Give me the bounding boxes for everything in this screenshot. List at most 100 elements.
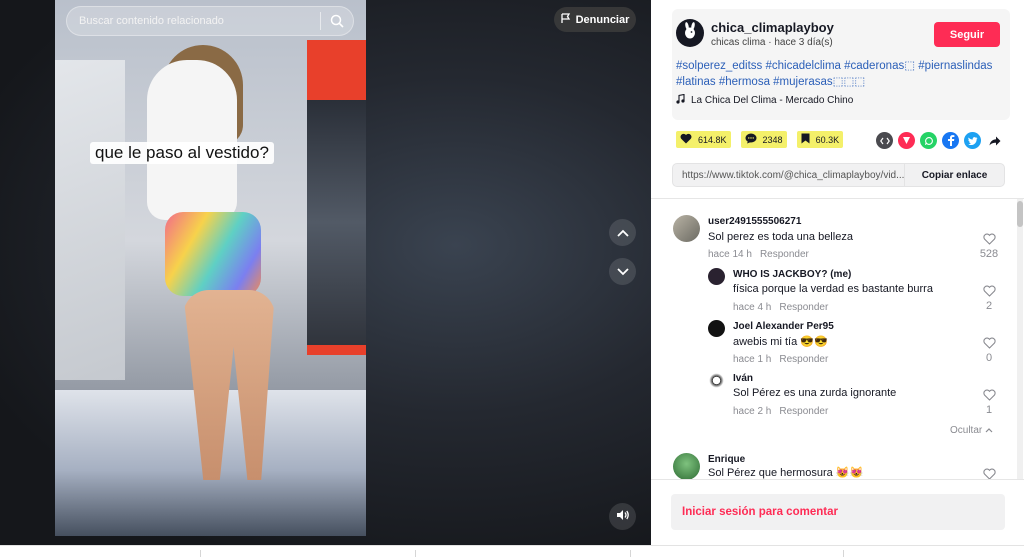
author-subline: chicas clima · hace 3 día(s) <box>711 37 833 48</box>
whatsapp-icon[interactable] <box>920 132 937 149</box>
comment-like-button[interactable]: 528 <box>974 233 1004 260</box>
presenter-body <box>147 60 237 220</box>
comment-footer: Iniciar sesión para comentar <box>651 479 1024 545</box>
engagement-stats: 614.8K 2348 60.3K <box>676 131 853 148</box>
video-caption-overlay: que le paso al vestido? <box>90 142 274 164</box>
like-count: 614.8K <box>698 134 727 145</box>
bookmark-icon <box>801 133 810 146</box>
strip-divider <box>415 550 416 557</box>
commenter-avatar[interactable] <box>708 268 725 285</box>
comments-list[interactable]: user2491555506271 Sol perez es toda una … <box>651 199 1024 479</box>
report-label: Denunciar <box>575 13 630 26</box>
comment-like-button[interactable]: 0 <box>974 337 1004 364</box>
embed-icon[interactable] <box>876 132 893 149</box>
comment-item: Enrique Sol Pérez que hermosura 😻😻 <box>651 449 1017 479</box>
comment-text: Sol Pérez que hermosura 😻😻 <box>708 467 864 479</box>
comment-like-button[interactable]: 2 <box>974 285 1004 312</box>
heart-outline-icon <box>982 233 996 248</box>
comment-count: 2348 <box>762 134 783 145</box>
comment-text: física porque la verdad es bastante burr… <box>733 283 933 295</box>
search-icon[interactable] <box>321 14 353 28</box>
comment-meta: hace 4 h Responder <box>733 302 836 313</box>
comment-text: Sol Pérez es una zurda ignorante <box>733 387 897 399</box>
comment-meta: hace 1 h Responder <box>733 354 836 365</box>
login-to-comment-button[interactable]: Iniciar sesión para comentar <box>671 494 1005 530</box>
reply-link[interactable]: Responder <box>779 354 828 365</box>
save-count: 60.3K <box>815 134 840 145</box>
heart-outline-icon <box>982 389 996 404</box>
forward-icon[interactable] <box>986 132 1003 149</box>
chevron-up-icon <box>616 224 629 242</box>
comment-time: hace 1 h <box>733 354 772 365</box>
reply-link[interactable]: Responder <box>779 406 828 417</box>
reply-item: Joel Alexander Per95 awebis mi tía 😎😎 ha… <box>651 317 1017 369</box>
commenter-name[interactable]: user2491555506271 <box>708 216 801 227</box>
scrollbar-thumb[interactable] <box>1017 201 1023 227</box>
commenter-name[interactable]: Iván <box>733 373 753 384</box>
commenter-avatar[interactable] <box>708 372 725 389</box>
comment-time: hace 14 h <box>708 249 752 260</box>
music-link[interactable]: La Chica Del Clima - Mercado Chino <box>676 93 854 107</box>
commenter-name[interactable]: WHO IS JACKBOY? (me) <box>733 269 851 280</box>
reply-link[interactable]: Responder <box>779 302 828 313</box>
heart-outline-icon <box>982 337 996 352</box>
related-search-input[interactable]: Buscar contenido relacionado <box>66 6 354 36</box>
twitter-icon[interactable] <box>964 132 981 149</box>
comment-like-count: 2 <box>985 300 993 312</box>
save-stat[interactable]: 60.3K <box>796 131 844 148</box>
hide-label: Ocultar <box>950 425 983 436</box>
comment-text: Sol perez es toda una belleza <box>708 231 853 243</box>
volume-icon <box>616 508 630 526</box>
video-info-card: chica_climaplayboy chicas clima · hace 3… <box>672 9 1010 120</box>
bunny-logo-icon <box>682 21 698 45</box>
details-panel: chica_climaplayboy chicas clima · hace 3… <box>651 0 1024 545</box>
comment-item: user2491555506271 Sol perez es toda una … <box>651 199 1017 269</box>
heart-outline-icon <box>982 468 996 479</box>
comment-meta: hace 2 h Responder <box>733 406 836 417</box>
studio-pillar <box>55 60 125 380</box>
comment-like-count: 1 <box>985 404 993 416</box>
comment-like-count: 0 <box>985 352 993 364</box>
video-url-field[interactable]: https://www.tiktok.com/@chica_climaplayb… <box>673 170 904 181</box>
video-player-area[interactable]: que le paso al vestido? Buscar contenido… <box>0 0 651 545</box>
follow-button[interactable]: Seguir <box>934 22 1000 47</box>
volume-button[interactable] <box>609 503 636 530</box>
next-video-button[interactable] <box>609 258 636 285</box>
flag-icon <box>560 12 571 27</box>
previous-video-button[interactable] <box>609 219 636 246</box>
comment-like-count: 528 <box>979 248 999 260</box>
author-username[interactable]: chica_climaplayboy <box>711 20 834 35</box>
studio-screen-image <box>307 100 366 345</box>
presenter-skirt <box>165 212 261 296</box>
hide-replies-button[interactable]: Ocultar <box>950 425 993 436</box>
copy-link-box: https://www.tiktok.com/@chica_climaplayb… <box>672 163 1005 187</box>
share-buttons <box>876 132 1003 149</box>
copy-link-button[interactable]: Copiar enlace <box>904 164 1004 186</box>
comment-like-button[interactable] <box>974 468 1004 479</box>
video-description[interactable]: #solperez_editss #chicadelclima #caderon… <box>676 58 1006 90</box>
share-red-icon[interactable] <box>898 132 915 149</box>
comment-like-button[interactable]: 1 <box>974 389 1004 416</box>
tiktok-video-page: que le paso al vestido? Buscar contenido… <box>0 0 1024 557</box>
video-frame[interactable] <box>55 0 366 536</box>
like-stat[interactable]: 614.8K <box>676 131 731 148</box>
commenter-avatar[interactable] <box>673 453 700 479</box>
strip-divider <box>200 550 201 557</box>
reply-link[interactable]: Responder <box>760 249 809 260</box>
bottom-strip <box>0 545 1024 557</box>
music-title: La Chica Del Clima - Mercado Chino <box>691 95 854 106</box>
comments-scrollbar[interactable] <box>1017 199 1023 479</box>
search-placeholder: Buscar contenido relacionado <box>79 15 224 27</box>
commenter-name[interactable]: Enrique <box>708 454 745 465</box>
commenter-avatar[interactable] <box>673 215 700 242</box>
author-avatar[interactable] <box>676 19 704 47</box>
comment-time: hace 4 h <box>733 302 772 313</box>
chevron-up-small-icon <box>985 425 993 436</box>
facebook-icon[interactable] <box>942 132 959 149</box>
report-button[interactable]: Denunciar <box>554 7 636 32</box>
music-note-icon <box>676 93 685 107</box>
commenter-avatar[interactable] <box>708 320 725 337</box>
commenter-name[interactable]: Joel Alexander Per95 <box>733 321 834 332</box>
comment-bubble-icon <box>745 133 757 146</box>
comment-stat[interactable]: 2348 <box>740 131 787 148</box>
